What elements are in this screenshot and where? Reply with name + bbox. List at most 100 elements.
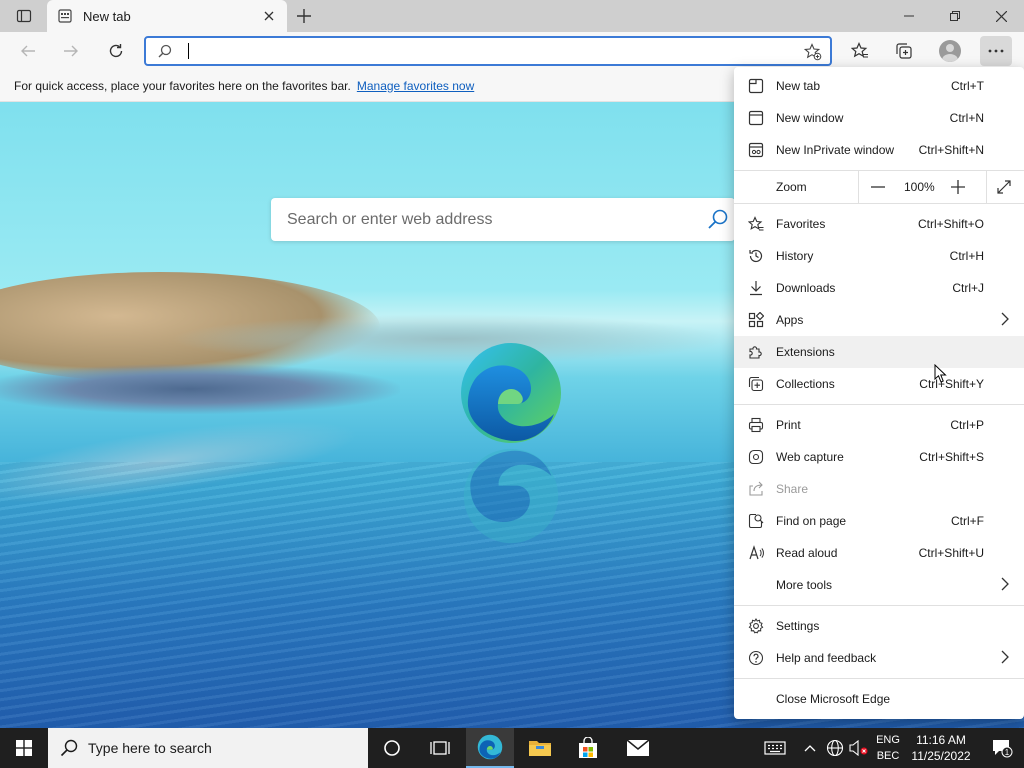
edge-logo-reflection — [463, 448, 559, 544]
input-language-indicator[interactable]: ENG BEC — [872, 732, 904, 764]
menu-item-collections[interactable]: Collections Ctrl+Shift+Y — [734, 368, 1024, 400]
add-favorite-icon[interactable] — [804, 43, 822, 61]
forward-button[interactable] — [55, 36, 87, 66]
print-icon — [748, 417, 764, 433]
zoom-value: 100% — [904, 180, 935, 194]
collections-button[interactable] — [888, 36, 920, 66]
share-icon — [748, 481, 764, 497]
full-screen-button[interactable] — [990, 175, 1018, 199]
inprivate-icon — [748, 142, 764, 158]
settings-icon — [748, 618, 764, 634]
restore-button[interactable] — [932, 0, 978, 32]
menu-item-apps[interactable]: Apps — [734, 304, 1024, 336]
tab-strip: New tab — [0, 0, 1024, 32]
minimize-icon — [904, 15, 914, 17]
close-window-button[interactable] — [978, 0, 1024, 32]
menu-item-find-on-page[interactable]: Find on page Ctrl+F — [734, 505, 1024, 537]
favorites-button[interactable] — [844, 36, 876, 66]
action-center-button[interactable]: 1 — [980, 728, 1024, 768]
taskbar-mail-app[interactable] — [614, 728, 662, 768]
more-horizontal-icon — [988, 49, 1004, 53]
menu-item-close-edge[interactable]: Close Microsoft Edge — [734, 683, 1024, 715]
collections-icon — [896, 43, 912, 59]
download-icon — [748, 280, 764, 296]
keyboard-layout-code: BEC — [876, 750, 900, 762]
menu-item-print[interactable]: Print Ctrl+P — [734, 409, 1024, 441]
menu-item-extensions[interactable]: Extensions — [734, 336, 1024, 368]
menu-item-new-inprivate-window[interactable]: New InPrivate window Ctrl+Shift+N — [734, 134, 1024, 166]
menu-separator — [858, 171, 859, 203]
menu-item-read-aloud[interactable]: Read aloud Ctrl+Shift+U — [734, 537, 1024, 569]
close-icon — [264, 11, 274, 21]
full-screen-icon — [997, 180, 1011, 194]
settings-and-more-menu: New tab Ctrl+T New window Ctrl+N New InP… — [734, 67, 1024, 719]
refresh-button[interactable] — [100, 36, 132, 66]
menu-item-new-tab[interactable]: New tab Ctrl+T — [734, 70, 1024, 102]
zoom-out-button[interactable] — [864, 175, 892, 199]
new-tab-button[interactable] — [290, 4, 318, 28]
manage-favorites-link[interactable]: Manage favorites now — [357, 79, 474, 93]
forward-arrow-icon — [64, 45, 78, 57]
chevron-right-icon — [1001, 577, 1009, 591]
taskbar-edge-app[interactable] — [466, 728, 514, 768]
apps-icon — [748, 312, 764, 328]
favorites-star-icon — [851, 42, 868, 58]
extensions-icon — [748, 344, 764, 360]
taskbar: Type here to search ENG BEC 11:16 AM 11/… — [0, 728, 1024, 768]
window-icon — [748, 110, 764, 126]
menu-item-help-and-feedback[interactable]: Help and feedback — [734, 642, 1024, 674]
toolbar — [0, 32, 1024, 70]
background-mountains — [170, 314, 730, 364]
menu-separator — [734, 678, 1024, 679]
mail-icon — [626, 739, 650, 756]
menu-item-history[interactable]: History Ctrl+H — [734, 240, 1024, 272]
minimize-button[interactable] — [886, 0, 932, 32]
menu-item-share[interactable]: Share — [734, 473, 1024, 505]
address-bar[interactable] — [144, 36, 832, 66]
zoom-in-button[interactable] — [944, 175, 972, 199]
touch-keyboard-button[interactable] — [760, 728, 790, 768]
chevron-right-icon — [1001, 312, 1009, 326]
taskbar-file-explorer-app[interactable] — [516, 728, 564, 768]
taskbar-search-placeholder: Type here to search — [88, 740, 212, 756]
avatar — [939, 40, 961, 62]
address-input[interactable] — [190, 41, 790, 61]
web-capture-icon — [748, 449, 764, 465]
menu-item-favorites[interactable]: Favorites Ctrl+Shift+O — [734, 208, 1024, 240]
volume-button[interactable] — [848, 728, 870, 768]
cortana-button[interactable] — [368, 728, 416, 768]
menu-item-settings[interactable]: Settings — [734, 610, 1024, 642]
profile-button[interactable] — [934, 36, 966, 66]
clock-date: 11/25/2022 — [911, 749, 971, 763]
show-hidden-icons-button[interactable] — [800, 728, 820, 768]
tab-close-button[interactable] — [261, 8, 277, 24]
tab-actions-button[interactable] — [8, 5, 40, 27]
minus-icon — [871, 186, 885, 188]
menu-separator — [734, 203, 1024, 204]
collections-icon — [748, 376, 764, 392]
find-icon — [748, 513, 764, 529]
text-caret — [188, 43, 189, 59]
start-button[interactable] — [0, 728, 48, 768]
taskbar-search-box[interactable]: Type here to search — [48, 728, 368, 768]
menu-item-downloads[interactable]: Downloads Ctrl+J — [734, 272, 1024, 304]
menu-item-more-tools[interactable]: More tools — [734, 569, 1024, 601]
mouse-cursor-icon — [934, 364, 947, 383]
task-view-button[interactable] — [416, 728, 464, 768]
clock[interactable]: 11:16 AM 11/25/2022 — [908, 732, 974, 764]
page-search-box[interactable] — [271, 198, 735, 241]
notification-icon: 1 — [993, 740, 1013, 758]
tab-new-tab[interactable]: New tab — [47, 0, 287, 32]
back-arrow-icon — [21, 45, 35, 57]
menu-item-web-capture[interactable]: Web capture Ctrl+Shift+S — [734, 441, 1024, 473]
settings-and-more-button[interactable] — [980, 36, 1012, 66]
page-search-input[interactable] — [287, 210, 687, 229]
plus-icon — [297, 9, 311, 23]
menu-item-new-window[interactable]: New window Ctrl+N — [734, 102, 1024, 134]
search-icon[interactable] — [707, 208, 729, 230]
plus-icon — [951, 180, 965, 194]
network-button[interactable] — [824, 728, 846, 768]
new-tab-icon — [748, 78, 764, 94]
taskbar-store-app[interactable] — [564, 728, 612, 768]
back-button[interactable] — [12, 36, 44, 66]
